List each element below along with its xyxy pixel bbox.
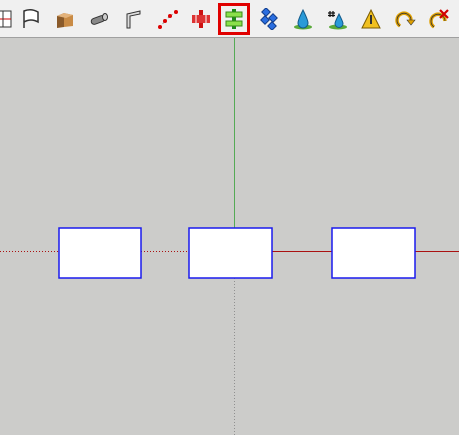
blue-pattern-icon[interactable] <box>253 3 285 35</box>
flag-icon[interactable] <box>15 3 47 35</box>
numbered-drop-icon[interactable] <box>321 3 353 35</box>
toolbar <box>0 0 459 38</box>
cancel-rotate-icon[interactable] <box>423 3 455 35</box>
water-drop-icon[interactable] <box>287 3 319 35</box>
red-push-pull-icon[interactable] <box>185 3 217 35</box>
rectangle-center[interactable] <box>188 227 273 279</box>
rectangle-right[interactable] <box>331 227 416 279</box>
green-align-icon[interactable] <box>218 3 250 35</box>
rectangle-left[interactable] <box>58 227 142 279</box>
pipe-icon[interactable] <box>82 3 114 35</box>
box-face-icon[interactable] <box>49 3 81 35</box>
warning-triangle-icon[interactable] <box>355 3 387 35</box>
rotate-arrow-icon[interactable] <box>389 3 421 35</box>
drawing-viewport[interactable] <box>0 38 459 435</box>
bent-profile-icon[interactable] <box>117 3 149 35</box>
curve-points-icon[interactable] <box>152 3 184 35</box>
